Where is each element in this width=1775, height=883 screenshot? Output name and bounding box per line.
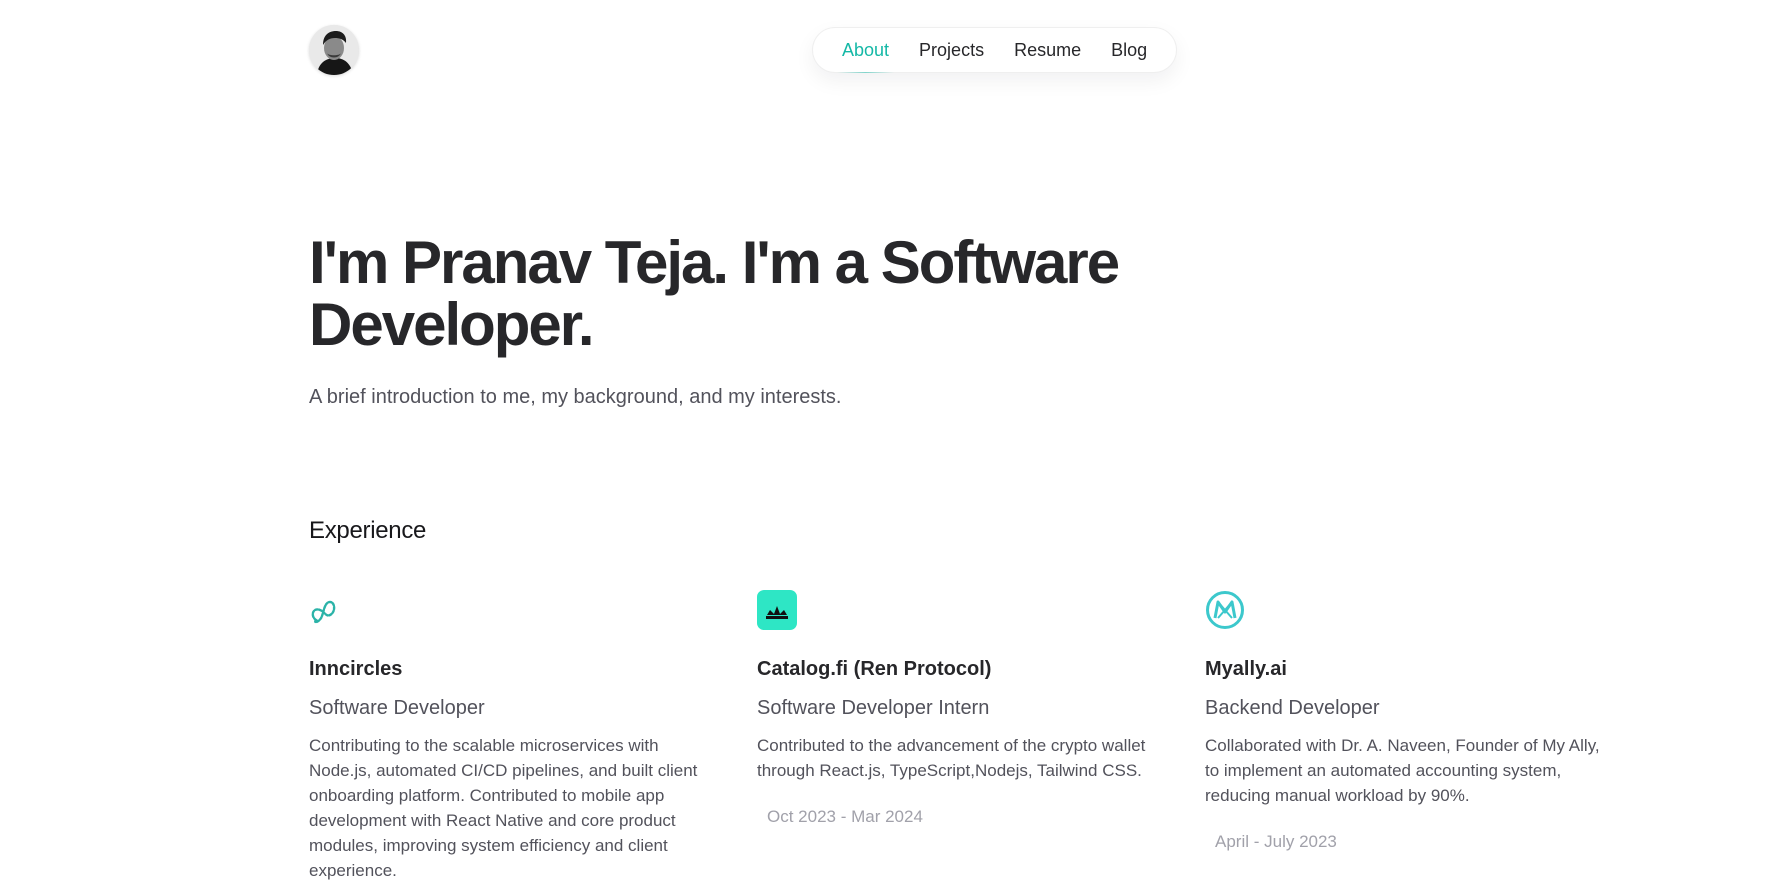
catalog-crown-icon bbox=[757, 590, 797, 630]
job-role: Software Developer bbox=[309, 697, 485, 719]
job-dates: Oct 2023 - Mar 2024 bbox=[767, 807, 923, 826]
experience-heading: Experience bbox=[309, 517, 427, 544]
nav-blog-link[interactable]: Blog bbox=[1096, 28, 1162, 72]
main-nav: About Projects Resume Blog bbox=[812, 27, 1178, 73]
job-description: Contributing to the scalable microservic… bbox=[309, 736, 698, 880]
myally-m-icon bbox=[1206, 591, 1244, 629]
experience-card-inncircles: Inncircles Software Developer Contributi… bbox=[309, 590, 709, 883]
job-dates: April - July 2023 bbox=[1215, 832, 1337, 851]
experience-card-myally: Myally.ai Backend Developer Collaborated… bbox=[1205, 590, 1605, 852]
company-name: Inncircles bbox=[309, 658, 403, 680]
experience-card-catalog: Catalog.fi (Ren Protocol) Software Devel… bbox=[757, 590, 1157, 827]
avatar[interactable] bbox=[309, 25, 359, 75]
hero-subtitle: A brief introduction to me, my backgroun… bbox=[309, 386, 842, 408]
job-description: Contributed to the advancement of the cr… bbox=[757, 736, 1146, 780]
job-description: Collaborated with Dr. A. Naveen, Founder… bbox=[1205, 736, 1600, 805]
infinity-icon bbox=[311, 600, 336, 624]
hero-title: I'm Pranav Teja. I'm a Software Develope… bbox=[309, 229, 1120, 358]
nav-about-link[interactable]: About bbox=[827, 28, 904, 73]
nav-projects-link[interactable]: Projects bbox=[904, 28, 999, 72]
company-name: Catalog.fi (Ren Protocol) bbox=[757, 658, 992, 680]
job-role: Software Developer Intern bbox=[757, 697, 990, 719]
company-name: Myally.ai bbox=[1205, 658, 1287, 680]
nav-resume-link[interactable]: Resume bbox=[999, 28, 1096, 72]
job-role: Backend Developer bbox=[1205, 697, 1380, 719]
avatar-image bbox=[309, 25, 359, 75]
